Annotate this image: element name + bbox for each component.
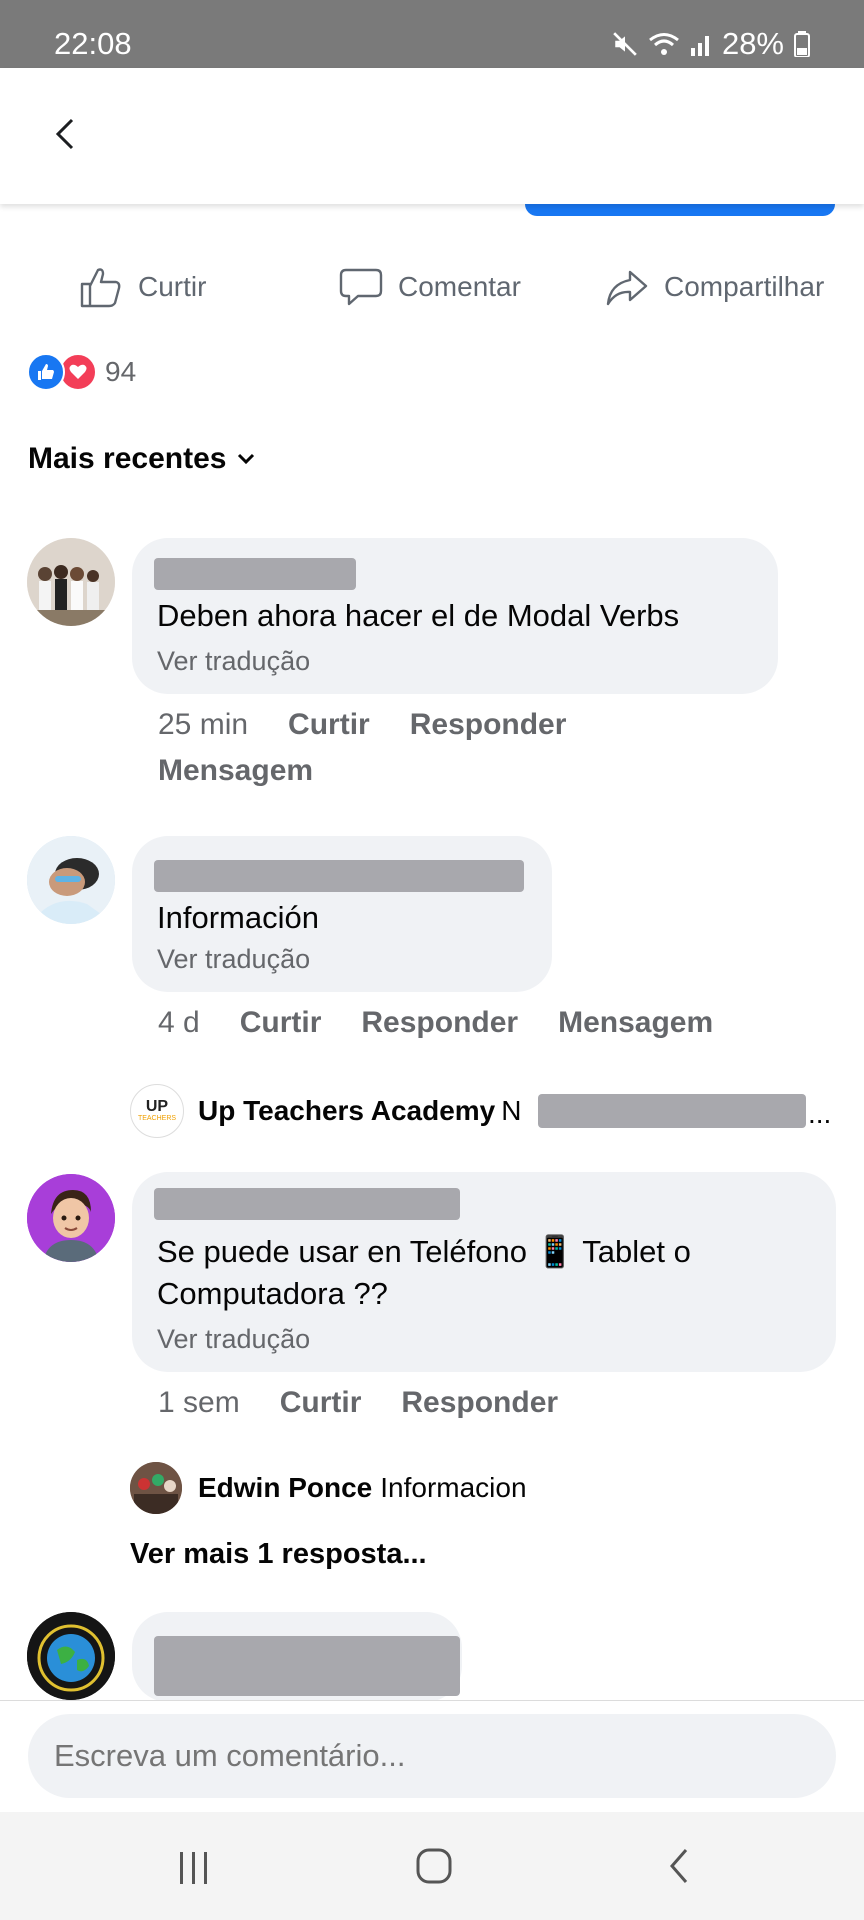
system-nav-bar [0, 1812, 864, 1920]
logo-subtext: TEACHERS [137, 1115, 177, 1122]
comment-avatar[interactable] [27, 836, 115, 924]
share-arrow-icon [606, 270, 648, 306]
comment-avatar[interactable] [27, 1174, 115, 1262]
status-time: 22:08 [54, 26, 132, 61]
thumbs-up-icon [80, 268, 121, 308]
comment-like-button[interactable]: Curtir [240, 1006, 322, 1040]
comment-reply-button[interactable]: Responder [361, 1006, 518, 1040]
comment-bubble[interactable]: Deben ahora hacer el de Modal Verbs Ver … [132, 538, 778, 694]
see-translation-link[interactable]: Ver tradução [157, 944, 310, 975]
redacted-author-name [154, 860, 524, 892]
share-label: Compartilhar [664, 271, 825, 302]
view-more-replies-link[interactable]: Ver mais 1 resposta... [130, 1538, 427, 1571]
reply-author[interactable]: Up Teachers Academy [198, 1095, 495, 1127]
reply-avatar [130, 1462, 182, 1514]
status-icons: 28% [612, 26, 810, 62]
like-label: Curtir [138, 271, 207, 302]
chevron-left-icon [55, 118, 74, 150]
comment-reply-button[interactable]: Responder [401, 1386, 558, 1420]
redacted-reply-text [538, 1094, 806, 1128]
comment-text: Deben ahora hacer el de Modal Verbs [157, 598, 680, 633]
see-translation-link[interactable]: Ver tradução [157, 1324, 310, 1355]
sort-dropdown[interactable]: Mais recentes [28, 442, 258, 476]
comment-bubble[interactable]: Se puede usar en Teléfono 📱 Tablet o Com… [132, 1172, 836, 1372]
up-teachers-logo: UP TEACHERS [130, 1084, 184, 1138]
back-nav-icon[interactable] [660, 1846, 700, 1886]
comment-like-button[interactable]: Curtir [280, 1386, 362, 1420]
back-button[interactable] [44, 112, 88, 156]
reply-author-suffix: N [501, 1095, 522, 1126]
reply-author[interactable]: Edwin Ponce [198, 1472, 372, 1504]
logo-text: UP [145, 1098, 169, 1115]
comment-time: 4 d [158, 1006, 200, 1039]
comment-meta-row2: Mensagem [158, 754, 313, 788]
like-reaction-icon [27, 353, 65, 391]
comment-time: 25 min [158, 708, 249, 741]
crowd-photo-icon [130, 1462, 182, 1514]
comment-text-line1: Se puede usar en Teléfono 📱 Tablet o [157, 1234, 691, 1269]
comment-time: 1 sem [158, 1386, 240, 1419]
comment-meta: 1 sem Curtir Responder [158, 1386, 558, 1420]
signal-icon [690, 36, 709, 56]
wifi-icon [649, 33, 679, 55]
redacted-author-name [154, 558, 356, 590]
comment-bubble[interactable] [132, 1612, 462, 1702]
redacted-author-name [154, 1188, 460, 1220]
recent-apps-icon[interactable] [174, 1848, 214, 1888]
home-icon[interactable] [414, 1846, 454, 1886]
reply-preview[interactable]: UP TEACHERS Up Teachers Academy N [130, 1084, 521, 1138]
comment-like-button[interactable]: Curtir [288, 708, 370, 742]
comment-reply-button[interactable]: Responder [410, 708, 567, 742]
comment-meta: 25 min Curtir Responder [158, 708, 566, 742]
person-photo-icon [27, 836, 115, 924]
comment-text: Información [157, 900, 319, 935]
see-translation-link[interactable]: Ver tradução [157, 646, 310, 677]
like-button[interactable]: Curtir [78, 262, 206, 312]
reply-preview[interactable]: Edwin Ponce Informacion [130, 1462, 527, 1514]
comment-input[interactable] [28, 1714, 836, 1798]
mute-icon [613, 32, 637, 56]
battery-icon [794, 31, 810, 57]
comment-avatar[interactable] [27, 538, 115, 626]
reaction-count: 94 [105, 356, 137, 387]
share-button[interactable]: Compartilhar [604, 262, 824, 312]
reaction-summary[interactable]: 94 [27, 352, 136, 392]
speech-bubble-icon [339, 268, 383, 306]
comment-label: Comentar [398, 271, 521, 302]
comment-meta: 4 d Curtir Responder Mensagem [158, 1006, 713, 1040]
chevron-down-icon [238, 453, 255, 465]
comment-button[interactable]: Comentar [338, 262, 521, 312]
comment-avatar[interactable] [27, 1612, 115, 1700]
reply-ellipsis: ... [808, 1098, 832, 1129]
reply-text: Informacion [380, 1472, 527, 1503]
comment-message-button[interactable]: Mensagem [158, 754, 313, 788]
sort-label: Mais recentes [28, 442, 227, 475]
comment-text-line2: Computadora ?? [157, 1276, 388, 1311]
globe-logo-icon [27, 1612, 115, 1700]
group-photo-icon [27, 538, 115, 626]
comment-message-button[interactable]: Mensagem [558, 1006, 713, 1040]
avatar-cartoon-icon [27, 1174, 115, 1262]
battery-percent: 28% [721, 26, 784, 61]
comment-bubble[interactable]: Información Ver tradução [132, 836, 552, 992]
redacted-author-name [154, 1636, 460, 1696]
top-header [0, 68, 864, 204]
